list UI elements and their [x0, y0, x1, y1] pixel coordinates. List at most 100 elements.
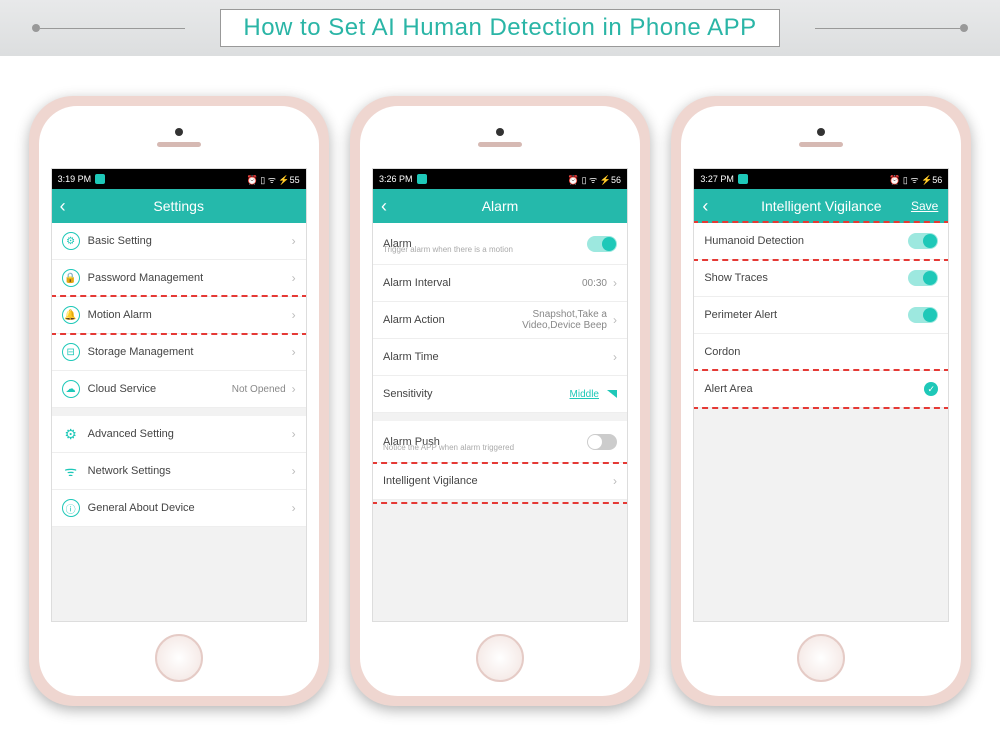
chevron-right-icon: ›	[292, 345, 296, 359]
row-basic-setting[interactable]: ⚙ Basic Setting›	[52, 223, 306, 260]
chevron-right-icon: ›	[292, 501, 296, 515]
row-label: Perimeter Alert	[704, 309, 908, 321]
row-label: Motion Alarm	[88, 309, 292, 321]
row-label: Storage Management	[88, 346, 292, 358]
app-indicator-icon	[95, 174, 105, 184]
status-time: 3:19 PM	[58, 174, 92, 184]
row-label: Password Management	[88, 272, 292, 284]
status-bar: 3:19 PM ⏰ ▯ ᯤ ⚡55	[52, 169, 306, 189]
row-label: Intelligent Vigilance	[383, 475, 613, 487]
home-button[interactable]	[476, 634, 524, 682]
alarm-toggle[interactable]	[587, 236, 617, 252]
chevron-right-icon: ›	[613, 276, 617, 290]
row-general-about[interactable]: ⓘ General About Device›	[52, 490, 306, 527]
row-storage-management[interactable]: ⊟ Storage Management›	[52, 334, 306, 371]
gear-icon: ⚙	[62, 232, 80, 250]
app-indicator-icon	[417, 174, 427, 184]
save-button[interactable]: Save	[911, 199, 938, 213]
row-motion-alarm[interactable]: 🔔 Motion Alarm›	[52, 297, 306, 334]
chevron-right-icon: ›	[292, 308, 296, 322]
alarm-list: AlarmTrigger alarm when there is a motio…	[373, 223, 627, 500]
phones-container: 3:19 PM ⏰ ▯ ᯤ ⚡55 ‹ Settings ⚙ Basic Sett…	[0, 56, 1000, 746]
cloud-icon: ☁	[62, 380, 80, 398]
row-alarm-action[interactable]: Alarm ActionSnapshot,Take a Video,Device…	[373, 302, 627, 339]
header-title: Settings	[52, 198, 306, 214]
row-label: Alarm Time	[383, 351, 613, 363]
row-password-management[interactable]: 🔒 Password Management›	[52, 260, 306, 297]
row-label: Humanoid Detection	[704, 235, 908, 247]
row-subtitle: Trigger alarm when there is a motion	[383, 245, 513, 254]
status-time: 3:27 PM	[700, 174, 734, 184]
status-icons: ⏰ ▯ ᯤ ⚡56	[568, 173, 621, 186]
phone-settings: 3:19 PM ⏰ ▯ ᯤ ⚡55 ‹ Settings ⚙ Basic Sett…	[29, 96, 329, 706]
chevron-right-icon: ›	[292, 464, 296, 478]
row-label: Cloud Service	[88, 383, 232, 395]
row-cordon[interactable]: Cordon	[694, 334, 948, 371]
page-banner: How to Set AI Human Detection in Phone A…	[0, 0, 1000, 56]
row-label: Cordon	[704, 346, 938, 358]
row-humanoid-detection[interactable]: Humanoid Detection	[694, 223, 948, 260]
status-time: 3:26 PM	[379, 174, 413, 184]
status-bar: 3:26 PM ⏰ ▯ ᯤ ⚡56	[373, 169, 627, 189]
banner-title: How to Set AI Human Detection in Phone A…	[220, 9, 779, 47]
row-alert-area[interactable]: Alert Area✓	[694, 371, 948, 408]
chevron-right-icon: ›	[613, 474, 617, 488]
home-button[interactable]	[797, 634, 845, 682]
app-header: ‹ Alarm	[373, 189, 627, 223]
back-icon[interactable]: ‹	[60, 196, 66, 217]
row-label: Alarm Action	[383, 314, 487, 326]
chevron-right-icon: ›	[613, 350, 617, 364]
row-value: Not Opened	[232, 384, 286, 395]
signal-icon	[607, 390, 617, 398]
vigilance-list: Humanoid Detection Show Traces Perimeter…	[694, 223, 948, 408]
row-advanced-setting[interactable]: ⚙ Advanced Setting›	[52, 416, 306, 453]
row-alarm-push[interactable]: Alarm PushNotice the APP when alarm trig…	[373, 421, 627, 463]
status-icons: ⏰ ▯ ᯤ ⚡56	[889, 173, 942, 186]
row-alarm-time[interactable]: Alarm Time›	[373, 339, 627, 376]
row-label: Show Traces	[704, 272, 908, 284]
row-sensitivity[interactable]: SensitivityMiddle	[373, 376, 627, 413]
back-icon[interactable]: ‹	[381, 196, 387, 217]
sliders-icon: ⚙	[62, 425, 80, 443]
row-alarm-interval[interactable]: Alarm Interval00:30›	[373, 265, 627, 302]
row-label: Advanced Setting	[88, 428, 292, 440]
bell-icon: 🔔	[62, 306, 80, 324]
humanoid-toggle[interactable]	[908, 233, 938, 249]
chevron-right-icon: ›	[613, 313, 617, 327]
row-value: Snapshot,Take a Video,Device Beep	[487, 309, 607, 331]
row-value: 00:30	[582, 278, 607, 289]
traces-toggle[interactable]	[908, 270, 938, 286]
row-value: Middle	[570, 389, 599, 400]
storage-icon: ⊟	[62, 343, 80, 361]
chevron-right-icon: ›	[292, 271, 296, 285]
info-icon: ⓘ	[62, 499, 80, 517]
row-alarm[interactable]: AlarmTrigger alarm when there is a motio…	[373, 223, 627, 265]
row-show-traces[interactable]: Show Traces	[694, 260, 948, 297]
settings-list: ⚙Basic Setting› 🔒Password Management› 🔔M…	[52, 223, 306, 527]
row-label: Network Settings	[88, 465, 292, 477]
header-title: Alarm	[373, 198, 627, 214]
status-bar: 3:27 PM ⏰ ▯ ᯤ ⚡56	[694, 169, 948, 189]
row-label: Basic Setting	[88, 235, 292, 247]
chevron-right-icon: ›	[292, 427, 296, 441]
row-cloud-service[interactable]: ☁ Cloud ServiceNot Opened ›	[52, 371, 306, 408]
perimeter-toggle[interactable]	[908, 307, 938, 323]
home-button[interactable]	[155, 634, 203, 682]
wifi-icon: ᯤ	[62, 462, 80, 480]
row-label: Alert Area	[704, 383, 924, 395]
row-label: General About Device	[88, 502, 292, 514]
check-icon: ✓	[924, 382, 938, 396]
chevron-right-icon: ›	[292, 382, 296, 396]
lock-icon: 🔒	[62, 269, 80, 287]
phone-alarm: 3:26 PM ⏰ ▯ ᯤ ⚡56 ‹ Alarm AlarmTrigger a…	[350, 96, 650, 706]
row-intelligent-vigilance[interactable]: Intelligent Vigilance›	[373, 463, 627, 500]
alarm-push-toggle[interactable]	[587, 434, 617, 450]
row-perimeter-alert[interactable]: Perimeter Alert	[694, 297, 948, 334]
status-icons: ⏰ ▯ ᯤ ⚡55	[247, 173, 300, 186]
app-indicator-icon	[738, 174, 748, 184]
back-icon[interactable]: ‹	[702, 196, 708, 217]
row-subtitle: Notice the APP when alarm triggered	[383, 443, 514, 452]
app-header: ‹ Intelligent Vigilance Save	[694, 189, 948, 223]
row-network-settings[interactable]: ᯤ Network Settings›	[52, 453, 306, 490]
chevron-right-icon: ›	[292, 234, 296, 248]
